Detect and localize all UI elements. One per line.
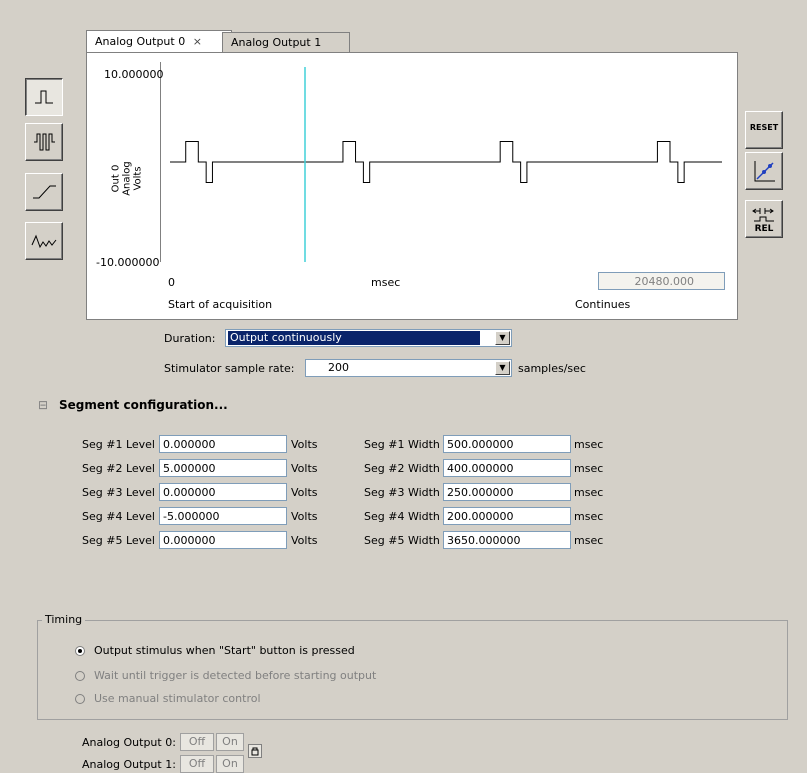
radio-wait-trigger[interactable] bbox=[75, 671, 85, 681]
segment-level-field[interactable]: 0.000000 bbox=[159, 435, 287, 453]
segment-level-field[interactable]: 0.000000 bbox=[159, 531, 287, 549]
x-unit-label: msec bbox=[371, 276, 401, 289]
segment-level-label: Seg #3 Level bbox=[82, 486, 155, 499]
x-end-field[interactable]: 20480.000 bbox=[598, 272, 725, 290]
ao1-on-button[interactable]: On bbox=[216, 755, 244, 773]
y-max-label: 10.000000 bbox=[104, 68, 164, 81]
chevron-down-icon[interactable]: ▼ bbox=[495, 331, 510, 345]
segment-level-label: Seg #2 Level bbox=[82, 462, 155, 475]
segment-level-field[interactable]: -5.000000 bbox=[159, 507, 287, 525]
pulse-train-button[interactable] bbox=[25, 123, 63, 161]
tab-analog-output-1[interactable]: Analog Output 1 bbox=[222, 32, 350, 53]
segment-width-label: Seg #1 Width bbox=[364, 438, 440, 451]
radio-start-button[interactable] bbox=[75, 646, 85, 656]
ramp-button[interactable] bbox=[25, 173, 63, 211]
tab-label: Analog Output 0 bbox=[95, 35, 186, 48]
pulse-button[interactable] bbox=[25, 78, 63, 116]
segment-width-field[interactable]: 200.000000 bbox=[443, 507, 571, 525]
relative-button[interactable]: REL bbox=[745, 200, 783, 238]
waveform-chart bbox=[170, 67, 722, 262]
ao0-off-button[interactable]: Off bbox=[180, 733, 214, 751]
segment-width-unit: msec bbox=[574, 462, 604, 475]
segment-width-label: Seg #4 Width bbox=[364, 510, 440, 523]
y-label-line: Analog bbox=[121, 161, 133, 196]
radio-manual-control[interactable] bbox=[75, 694, 85, 704]
segment-width-field[interactable]: 500.000000 bbox=[443, 435, 571, 453]
duration-value: Output continuously bbox=[228, 331, 480, 345]
sample-rate-select[interactable]: 200 ▼ bbox=[305, 359, 512, 377]
collapse-icon[interactable]: ⊟ bbox=[38, 398, 48, 412]
reset-label: RESET bbox=[749, 123, 779, 132]
waveform-line bbox=[170, 141, 722, 183]
ramp-icon bbox=[33, 185, 56, 199]
pulse-icon bbox=[35, 90, 53, 104]
segment-level-unit: Volts bbox=[291, 486, 318, 499]
segment-level-field[interactable]: 0.000000 bbox=[159, 483, 287, 501]
lock-button[interactable] bbox=[248, 744, 262, 758]
timing-option-label: Wait until trigger is detected before st… bbox=[94, 669, 377, 682]
y-label-line: Out 0 bbox=[110, 164, 122, 193]
timing-option-label: Output stimulus when "Start" button is p… bbox=[94, 644, 355, 657]
analog-output-0-label: Analog Output 0: bbox=[82, 736, 176, 749]
segment-width-label: Seg #3 Width bbox=[364, 486, 440, 499]
reset-button[interactable]: RESET bbox=[745, 111, 783, 149]
autoscale-button[interactable] bbox=[745, 152, 783, 190]
duration-select[interactable]: Output continuously ▼ bbox=[225, 329, 512, 347]
sample-rate-label: Stimulator sample rate: bbox=[164, 362, 295, 375]
segment-width-field[interactable]: 3650.000000 bbox=[443, 531, 571, 549]
segment-level-label: Seg #5 Level bbox=[82, 534, 155, 547]
segment-level-unit: Volts bbox=[291, 510, 318, 523]
timing-option-label: Use manual stimulator control bbox=[94, 692, 261, 705]
arbitrary-wave-button[interactable] bbox=[25, 222, 63, 260]
x-start-label: 0 bbox=[168, 276, 175, 289]
autoscale-icon bbox=[754, 161, 775, 182]
duration-label: Duration: bbox=[164, 332, 216, 345]
end-caption: Continues bbox=[575, 298, 631, 311]
tab-label: Analog Output 1 bbox=[231, 36, 322, 49]
segment-level-label: Seg #4 Level bbox=[82, 510, 155, 523]
timing-title: Timing bbox=[42, 613, 86, 626]
rel-label: REL bbox=[754, 224, 774, 234]
segment-width-unit: msec bbox=[574, 510, 604, 523]
ao1-off-button[interactable]: Off bbox=[180, 755, 214, 773]
sample-rate-unit: samples/sec bbox=[518, 362, 586, 375]
lock-icon bbox=[251, 747, 259, 756]
segment-level-label: Seg #1 Level bbox=[82, 438, 155, 451]
segment-level-unit: Volts bbox=[291, 438, 318, 451]
analog-output-1-label: Analog Output 1: bbox=[82, 758, 176, 771]
y-label-line: Volts bbox=[132, 166, 144, 191]
segment-level-field[interactable]: 5.000000 bbox=[159, 459, 287, 477]
pulse-train-icon bbox=[34, 133, 55, 151]
y-min-label: -10.000000 bbox=[96, 256, 160, 269]
start-caption: Start of acquisition bbox=[168, 298, 273, 311]
segment-width-field[interactable]: 250.000000 bbox=[443, 483, 571, 501]
segment-section-title: Segment configuration... bbox=[59, 398, 228, 412]
y-axis-label: Out 0 Analog Volts bbox=[108, 150, 148, 196]
arbitrary-wave-icon bbox=[31, 234, 57, 249]
segment-width-unit: msec bbox=[574, 534, 604, 547]
segment-width-label: Seg #5 Width bbox=[364, 534, 440, 547]
chevron-down-icon[interactable]: ▼ bbox=[495, 361, 510, 375]
close-icon[interactable]: × bbox=[193, 35, 202, 48]
segment-width-unit: msec bbox=[574, 438, 604, 451]
segment-width-unit: msec bbox=[574, 486, 604, 499]
segment-level-unit: Volts bbox=[291, 534, 318, 547]
segment-width-field[interactable]: 400.000000 bbox=[443, 459, 571, 477]
ao0-on-button[interactable]: On bbox=[216, 733, 244, 751]
segment-level-unit: Volts bbox=[291, 462, 318, 475]
sample-rate-value: 200 bbox=[328, 361, 349, 374]
segment-width-label: Seg #2 Width bbox=[364, 462, 440, 475]
tab-analog-output-0[interactable]: Analog Output 0 × bbox=[86, 30, 232, 53]
